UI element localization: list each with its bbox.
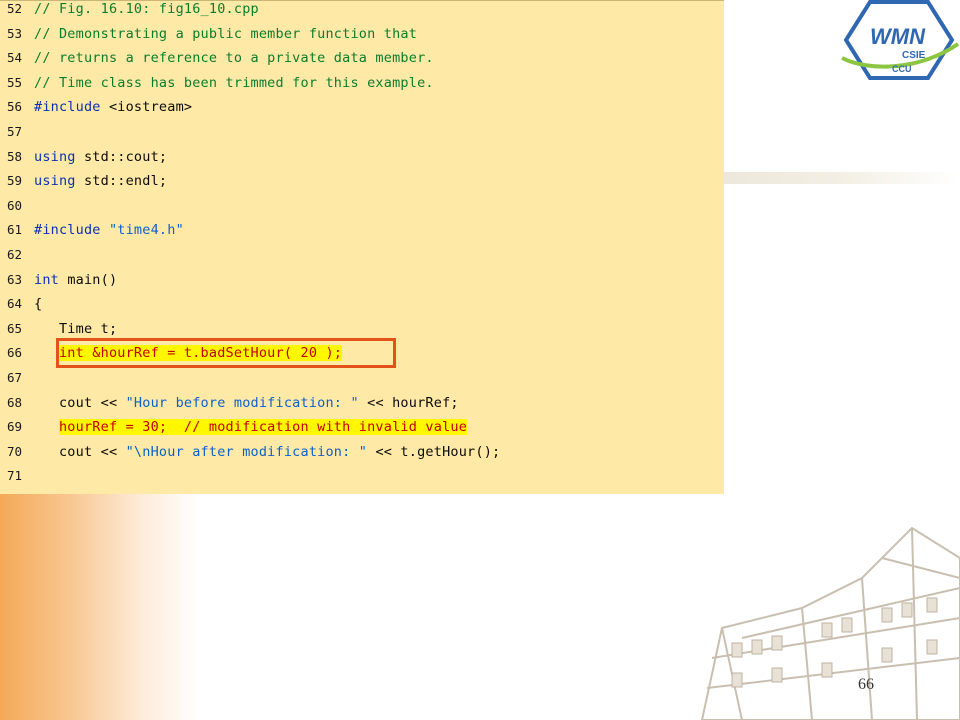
code-token: hourRef = 30; // modification with inval…	[58, 419, 468, 436]
line-number: 55	[6, 74, 22, 90]
code-token: // Fig. 16.10: fig16_10.cpp	[34, 1, 259, 17]
code-token: "Hour before modification: "	[125, 394, 359, 411]
code-token: std::endl;	[83, 173, 168, 190]
code-line: 54 // returns a reference to a private da…	[0, 46, 724, 70]
code-token: cout <<	[34, 394, 126, 411]
code-line: 69 hourRef = 30; // modification with in…	[0, 415, 724, 439]
line-number: 59	[6, 173, 22, 189]
line-number: 58	[6, 148, 22, 164]
code-text: using std::endl;	[34, 169, 167, 193]
code-token: #include	[34, 99, 109, 116]
code-line: 71	[0, 464, 724, 488]
building-illustration	[700, 526, 960, 720]
line-number: 60	[6, 197, 22, 213]
line-number: 52	[6, 1, 22, 16]
code-token: {	[34, 296, 43, 313]
code-token: using	[34, 148, 84, 165]
line-number: 66	[6, 345, 22, 361]
line-number: 54	[6, 50, 22, 66]
code-text: {	[34, 292, 42, 316]
code-token: Time t;	[34, 320, 118, 337]
line-number: 69	[6, 419, 22, 435]
line-number: 71	[6, 468, 22, 484]
orange-gradient-decoration	[0, 492, 200, 720]
code-line: 67	[0, 366, 724, 390]
code-line: 58 using std::cout;	[0, 145, 724, 169]
code-line: 68 cout << "Hour before modification: " …	[0, 391, 724, 415]
code-token: << t.getHour();	[367, 443, 501, 460]
code-listing-panel: 52 // Fig. 16.10: fig16_10.cpp 53 // Demons…	[0, 0, 724, 494]
page-number: 66	[858, 676, 874, 693]
code-line: 56 #include <iostream>	[0, 95, 724, 119]
wmn-logo: WMN CSIE CCU	[841, 0, 960, 80]
code-token: "time4.h"	[108, 222, 184, 239]
code-token: std::cout;	[83, 148, 168, 165]
code-line: 63 int main()	[0, 268, 724, 292]
code-line: 64 {	[0, 292, 724, 316]
line-number: 61	[6, 222, 22, 238]
code-text: cout << "Hour before modification: " << …	[34, 391, 459, 415]
code-text: // Fig. 16.10: fig16_10.cpp	[34, 0, 259, 21]
code-line: 59 using std::endl;	[0, 169, 724, 193]
code-line: 55 // Time class has been trimmed for thi…	[0, 71, 724, 95]
line-number: 53	[6, 25, 22, 41]
code-text: // Demonstrating a public member functio…	[34, 22, 417, 46]
code-text: using std::cout;	[34, 145, 167, 169]
code-text: cout << "\nHour after modification: " <<…	[34, 440, 500, 464]
code-token: main()	[67, 271, 118, 288]
logo-ccu-text: CCU	[892, 64, 912, 74]
code-text: int main()	[34, 268, 117, 292]
code-text: // Time class has been trimmed for this …	[34, 71, 434, 95]
line-number: 67	[6, 370, 22, 385]
code-token: using	[34, 173, 84, 190]
line-number: 63	[6, 271, 22, 287]
code-token: // returns a reference to a private data…	[34, 50, 434, 67]
highlight-box	[56, 338, 396, 368]
code-line: 70 cout << "\nHour after modification: "…	[0, 440, 724, 464]
line-number: 62	[6, 247, 22, 262]
code-token: cout <<	[34, 443, 126, 460]
line-number: 56	[6, 99, 22, 115]
code-token: <iostream>	[108, 99, 193, 116]
code-token: #include	[34, 222, 109, 239]
code-line: 61 #include "time4.h"	[0, 218, 724, 242]
logo-text: WMN	[870, 24, 926, 49]
code-line: 62	[0, 243, 724, 267]
code-text: hourRef = 30; // modification with inval…	[34, 415, 468, 439]
code-text: // returns a reference to a private data…	[34, 46, 434, 70]
line-number: 70	[6, 443, 22, 459]
code-line: 57	[0, 120, 724, 144]
code-line: 52 // Fig. 16.10: fig16_10.cpp	[0, 0, 724, 21]
divider-band	[724, 172, 960, 184]
code-token: int	[34, 271, 68, 288]
code-token: "\nHour after modification: "	[125, 443, 368, 460]
line-number: 65	[6, 320, 22, 336]
line-number: 64	[6, 296, 22, 312]
code-text: #include <iostream>	[34, 95, 192, 119]
line-number: 68	[6, 394, 22, 410]
code-line: 60	[0, 194, 724, 218]
logo-csie-text: CSIE	[902, 50, 926, 61]
code-text: #include "time4.h"	[34, 218, 184, 242]
code-token: << hourRef;	[358, 394, 459, 411]
line-number: 57	[6, 124, 22, 139]
code-token: // Demonstrating a public member functio…	[34, 25, 418, 42]
code-token: // Time class has been trimmed for this …	[34, 74, 434, 91]
code-line: 53 // Demonstrating a public member funct…	[0, 22, 724, 46]
